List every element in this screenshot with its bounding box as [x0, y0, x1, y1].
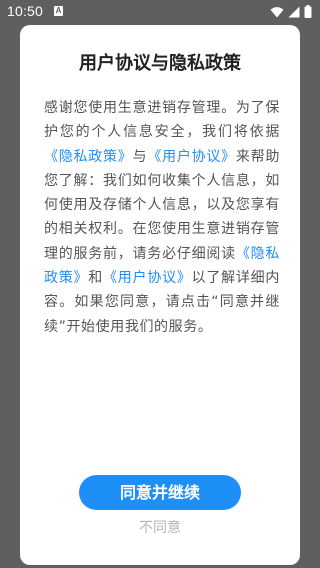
- user-agreement-link[interactable]: 《用户协议》: [147, 149, 236, 165]
- body-text: 与: [132, 148, 148, 165]
- body-text: 和: [88, 270, 104, 287]
- status-bar: 10:50 A: [0, 0, 320, 24]
- status-time: 10:50: [7, 3, 44, 19]
- privacy-dialog: 用户协议与隐私政策 感谢您使用生意进销存管理。为了保护您的个人信息安全，我们将依…: [20, 25, 300, 565]
- battery-icon: [304, 3, 312, 22]
- agree-continue-button[interactable]: 同意并继续: [79, 475, 241, 510]
- dialog-body: 感谢您使用生意进销存管理。为了保护您的个人信息安全，我们将依据《隐私政策》与《用…: [44, 96, 280, 339]
- disagree-button[interactable]: 不同意: [20, 518, 300, 538]
- dialog-title: 用户协议与隐私政策: [79, 53, 241, 74]
- status-icons: [270, 3, 312, 22]
- privacy-policy-link[interactable]: 《隐私政策》: [44, 149, 133, 165]
- body-text: 感谢您使用生意进销存管理。为了保护您的个人信息安全，我们将依据: [44, 100, 280, 141]
- user-agreement-link[interactable]: 《用户协议》: [103, 270, 192, 286]
- a-badge-icon: A: [54, 6, 63, 16]
- wifi-icon: [270, 3, 284, 22]
- signal-icon: [288, 3, 300, 22]
